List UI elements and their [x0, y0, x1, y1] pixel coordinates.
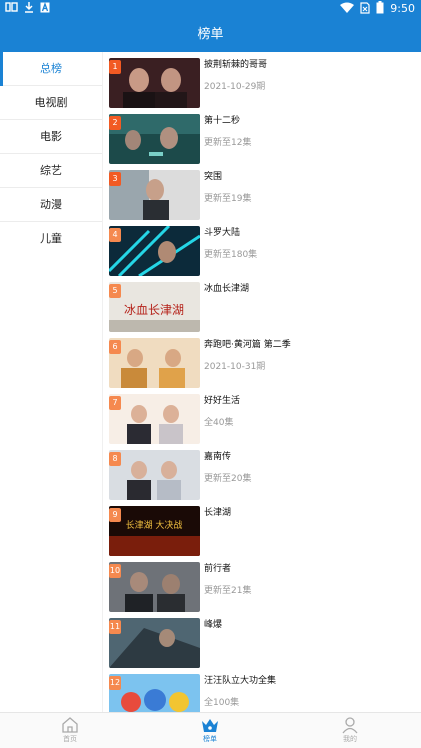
ranking-item[interactable]: 4 斗罗大陆 更新至180集	[109, 226, 421, 282]
sidebar-item-variety[interactable]: 综艺	[0, 154, 102, 188]
ranking-item[interactable]: 2 第十二秒 更新至12集	[109, 114, 421, 170]
ranking-item[interactable]: 12 汪汪队立大功全集 全100集	[109, 674, 421, 712]
status-time: 9:50	[390, 2, 415, 15]
poster-thumbnail	[109, 394, 200, 444]
status-right: 9:50	[340, 1, 415, 17]
nav-home[interactable]: 首页	[40, 716, 100, 748]
ranking-item[interactable]: 6 奔跑吧·黄河篇 第二季 2021-10-31期	[109, 338, 421, 394]
a-icon	[40, 1, 50, 17]
ranking-item[interactable]: 10 前行者 更新至21集	[109, 562, 421, 618]
status-left	[5, 1, 50, 17]
item-subtitle: 更新至12集	[204, 138, 252, 148]
ranking-item[interactable]: 8 嘉南传 更新至20集	[109, 450, 421, 506]
item-title: 长津湖	[204, 508, 232, 518]
rank-badge: 1	[109, 60, 121, 74]
poster-thumbnail	[109, 450, 200, 500]
poster-text: 冰血长津湖	[124, 302, 184, 317]
item-title: 好好生活	[204, 396, 241, 406]
signal-app-icon	[5, 1, 18, 17]
item-subtitle: 2021-10-31期	[204, 362, 266, 372]
download-icon	[24, 1, 34, 17]
wifi-icon	[340, 2, 355, 17]
item-title: 奔跑吧·黄河篇 第二季	[204, 340, 291, 350]
poster-thumbnail	[109, 114, 200, 164]
item-title: 嘉南传	[204, 452, 232, 462]
ranking-item[interactable]: 1 披荆斩棘的哥哥 2021-10-29期	[109, 58, 421, 114]
rank-badge: 2	[109, 116, 121, 130]
sidebar-item-kids[interactable]: 儿童	[0, 222, 102, 256]
rank-badge: 6	[109, 340, 121, 354]
poster-thumbnail	[109, 226, 200, 276]
rank-badge: 11	[109, 620, 121, 634]
item-title: 披荆斩棘的哥哥	[204, 60, 268, 70]
nav-ranking[interactable]: 榜单	[180, 716, 240, 748]
rank-badge: 3	[109, 172, 121, 186]
sidebar-item-tv-series[interactable]: 电视剧	[0, 86, 102, 120]
item-subtitle: 更新至180集	[204, 250, 258, 260]
item-subtitle: 全100集	[204, 698, 240, 708]
page-title: 榜单	[197, 27, 224, 42]
sidebar-item-label: 综艺	[40, 164, 62, 177]
item-title: 第十二秒	[204, 116, 241, 126]
poster-thumbnail: 冰血长津湖	[109, 282, 200, 332]
rank-badge: 10	[109, 564, 121, 578]
sidebar-item-label: 总榜	[40, 62, 62, 75]
poster-thumbnail	[109, 618, 200, 668]
sidebar-item-overall[interactable]: 总榜	[0, 52, 102, 86]
rank-badge: 8	[109, 452, 121, 466]
sidebar-item-movies[interactable]: 电影	[0, 120, 102, 154]
nav-profile[interactable]: 我的	[320, 716, 380, 748]
item-title: 斗罗大陆	[204, 228, 241, 238]
item-title: 前行者	[204, 564, 232, 574]
item-title: 突围	[204, 172, 223, 182]
sidebar-item-label: 电视剧	[34, 96, 68, 109]
ranking-item[interactable]: 长津湖 大决战 9 长津湖	[109, 506, 421, 562]
rank-badge: 9	[109, 508, 121, 522]
item-subtitle: 2021-10-29期	[204, 82, 266, 92]
item-title: 峰爆	[204, 620, 223, 630]
item-title: 冰血长津湖	[204, 284, 250, 294]
battery-icon	[376, 1, 384, 17]
poster-thumbnail	[109, 170, 200, 220]
category-sidebar: 总榜 电视剧 电影 综艺 动漫 儿童	[0, 52, 103, 712]
status-bar: 9:50	[0, 0, 421, 17]
sidebar-item-label: 动漫	[40, 198, 62, 211]
nav-label: 首页	[63, 735, 77, 743]
home-icon	[61, 716, 79, 734]
crown-icon	[201, 716, 219, 734]
sidebar-item-label: 儿童	[40, 232, 62, 245]
app-header: 榜单	[0, 17, 421, 52]
ranking-item[interactable]: 3 突围 更新至19集	[109, 170, 421, 226]
rank-badge: 7	[109, 396, 121, 410]
nav-label: 我的	[343, 735, 357, 743]
poster-thumbnail	[109, 562, 200, 612]
no-sim-icon	[360, 1, 370, 17]
user-icon	[341, 716, 359, 734]
item-title: 汪汪队立大功全集	[204, 676, 277, 686]
poster-thumbnail	[109, 338, 200, 388]
bottom-nav: 首页 榜单 我的	[0, 712, 421, 748]
ranking-item[interactable]: 冰血长津湖 5 冰血长津湖	[109, 282, 421, 338]
sidebar-item-anime[interactable]: 动漫	[0, 188, 102, 222]
sidebar-item-label: 电影	[40, 130, 62, 143]
rank-badge: 12	[109, 676, 121, 690]
nav-label: 榜单	[203, 735, 217, 743]
poster-thumbnail: 长津湖 大决战	[109, 506, 200, 556]
ranking-item[interactable]: 7 好好生活 全40集	[109, 394, 421, 450]
poster-text: 长津湖 大决战	[126, 519, 183, 531]
poster-thumbnail	[109, 58, 200, 108]
ranking-list: 1 披荆斩棘的哥哥 2021-10-29期 2 第十二秒 更新至12集 3 突围…	[109, 58, 421, 712]
rank-badge: 4	[109, 228, 121, 242]
item-subtitle: 全40集	[204, 418, 234, 428]
ranking-item[interactable]: 11 峰爆	[109, 618, 421, 674]
rank-badge: 5	[109, 284, 121, 298]
item-subtitle: 更新至19集	[204, 194, 252, 204]
item-subtitle: 更新至20集	[204, 474, 252, 484]
poster-thumbnail	[109, 674, 200, 712]
item-subtitle: 更新至21集	[204, 586, 252, 596]
